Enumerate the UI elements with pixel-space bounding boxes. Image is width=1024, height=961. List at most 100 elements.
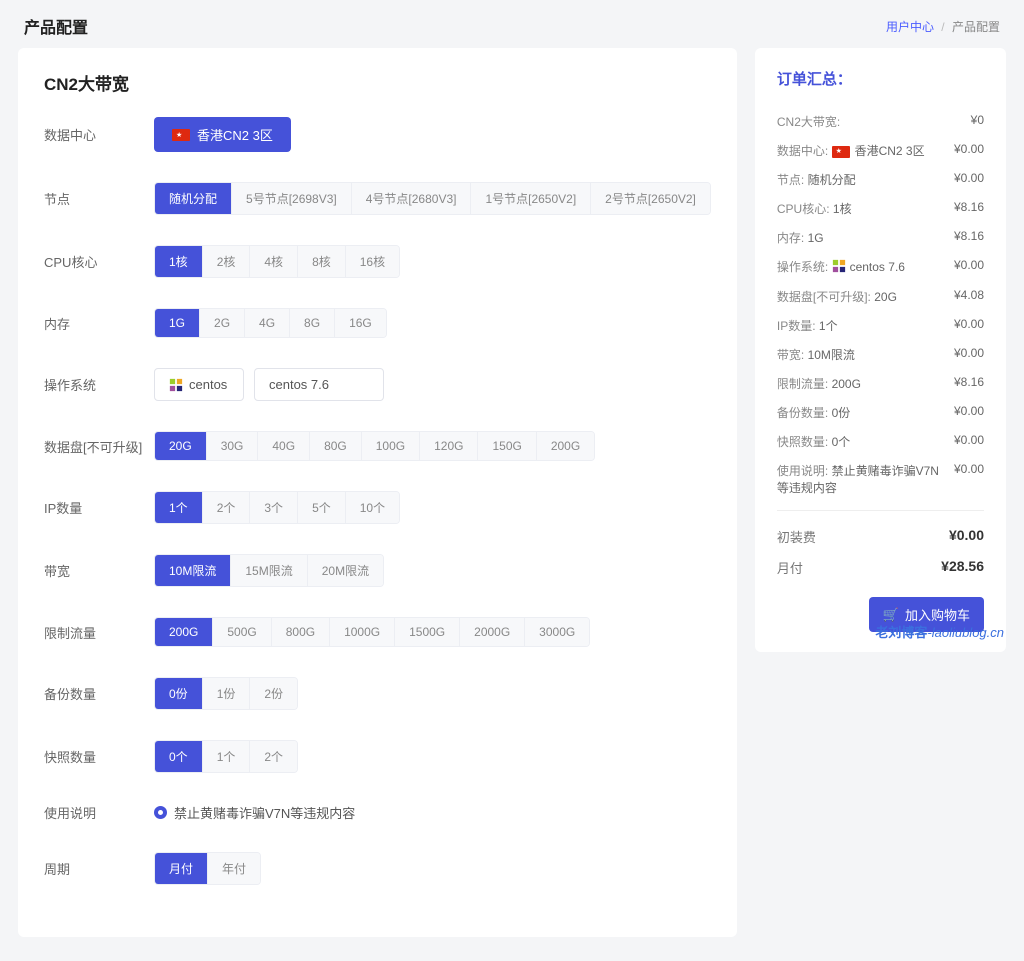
cpu-option[interactable]: 1核 [155, 246, 203, 277]
os-family-select[interactable]: centos [154, 368, 244, 401]
label-node: 节点 [44, 189, 154, 208]
usage-note-radio[interactable]: 禁止黄赌毒诈骗V7N等违规内容 [154, 803, 355, 822]
label-note: 使用说明 [44, 803, 154, 822]
summary-divider [777, 510, 984, 511]
summary-title: 订单汇总： [777, 68, 984, 89]
bw-option[interactable]: 15M限流 [231, 555, 307, 586]
hk-flag-icon: ★ [832, 146, 850, 158]
label-backup: 备份数量 [44, 684, 154, 703]
traffic-option[interactable]: 800G [272, 618, 330, 646]
label-disk: 数据盘[不可升级] [44, 437, 154, 456]
summary-row: CPU核心: 1核¥8.16 [777, 194, 984, 223]
summary-row: 使用说明: 禁止黄赌毒诈骗V7N等违规内容¥0.00 [777, 456, 984, 502]
datacenter-pill[interactable]: ★ 香港CN2 3区 [154, 117, 291, 152]
radio-dot-icon [154, 806, 167, 819]
mem-option[interactable]: 8G [290, 309, 335, 337]
cpu-option[interactable]: 16核 [346, 246, 399, 277]
disk-option[interactable]: 80G [310, 432, 362, 460]
bw-option[interactable]: 20M限流 [308, 555, 383, 586]
label-os: 操作系统 [44, 375, 154, 394]
mem-options: 1G2G4G8G16G [154, 308, 387, 338]
traffic-options: 200G500G800G1000G1500G2000G3000G [154, 617, 590, 647]
disk-option[interactable]: 150G [478, 432, 536, 460]
node-option[interactable]: 1号节点[2650V2] [471, 183, 591, 214]
backup-option[interactable]: 1份 [203, 678, 251, 709]
summary-row: 限制流量: 200G¥8.16 [777, 369, 984, 398]
snap-option[interactable]: 0个 [155, 741, 203, 772]
label-traffic: 限制流量 [44, 623, 154, 642]
label-mem: 内存 [44, 314, 154, 333]
breadcrumb-sep: / [941, 20, 944, 34]
ip-option[interactable]: 2个 [203, 492, 251, 523]
node-option[interactable]: 2号节点[2650V2] [591, 183, 710, 214]
bw-option[interactable]: 10M限流 [155, 555, 231, 586]
watermark: 老刘博客-laoliublog.cn [875, 622, 1004, 641]
period-options: 月付年付 [154, 852, 261, 885]
disk-option[interactable]: 20G [155, 432, 207, 460]
label-cpu: CPU核心 [44, 252, 154, 271]
cpu-options: 1核2核4核8核16核 [154, 245, 400, 278]
ip-option[interactable]: 10个 [346, 492, 399, 523]
breadcrumb: 用户中心 / 产品配置 [886, 18, 1000, 35]
disk-option[interactable]: 200G [537, 432, 594, 460]
summary-row: 节点: 随机分配¥0.00 [777, 165, 984, 194]
period-option[interactable]: 月付 [155, 853, 208, 884]
label-period: 周期 [44, 859, 154, 878]
period-option[interactable]: 年付 [208, 853, 260, 884]
ip-option[interactable]: 1个 [155, 492, 203, 523]
label-snap: 快照数量 [44, 747, 154, 766]
traffic-option[interactable]: 500G [213, 618, 271, 646]
page-title: 产品配置 [24, 14, 88, 38]
snap-option[interactable]: 2个 [250, 741, 297, 772]
label-bw: 带宽 [44, 561, 154, 580]
node-option[interactable]: 5号节点[2698V3] [232, 183, 352, 214]
hk-flag-icon: ★ [172, 129, 190, 141]
traffic-option[interactable]: 1000G [330, 618, 395, 646]
summary-row: 操作系统: centos 7.6¥0.00 [777, 252, 984, 282]
usage-note-text: 禁止黄赌毒诈骗V7N等违规内容 [174, 803, 355, 822]
backup-option[interactable]: 0份 [155, 678, 203, 709]
summary-row: 数据盘[不可升级]: 20G¥4.08 [777, 282, 984, 311]
summary-row: CN2大带宽: ¥0 [777, 107, 984, 136]
summary-total: 初装费¥0.00 [777, 521, 984, 552]
disk-option[interactable]: 100G [362, 432, 420, 460]
breadcrumb-current: 产品配置 [952, 20, 1000, 34]
disk-option[interactable]: 30G [207, 432, 259, 460]
cpu-option[interactable]: 8核 [298, 246, 346, 277]
os-version: centos 7.6 [269, 377, 329, 392]
snap-option[interactable]: 1个 [203, 741, 251, 772]
backup-options: 0份1份2份 [154, 677, 298, 710]
disk-option[interactable]: 120G [420, 432, 478, 460]
traffic-option[interactable]: 1500G [395, 618, 460, 646]
mem-option[interactable]: 1G [155, 309, 200, 337]
mem-option[interactable]: 2G [200, 309, 245, 337]
disk-option[interactable]: 40G [258, 432, 310, 460]
os-version-select[interactable]: centos 7.6 [254, 368, 384, 401]
traffic-option[interactable]: 2000G [460, 618, 525, 646]
ip-options: 1个2个3个5个10个 [154, 491, 400, 524]
cart-icon: 🛒 [883, 607, 899, 623]
centos-icon [169, 378, 183, 392]
summary-row: 内存: 1G¥8.16 [777, 223, 984, 252]
mem-option[interactable]: 4G [245, 309, 290, 337]
label-datacenter: 数据中心 [44, 125, 154, 144]
mem-option[interactable]: 16G [335, 309, 386, 337]
node-options: 随机分配5号节点[2698V3]4号节点[2680V3]1号节点[2650V2]… [154, 182, 711, 215]
os-family: centos [189, 377, 227, 392]
node-option[interactable]: 随机分配 [155, 183, 232, 214]
breadcrumb-link[interactable]: 用户中心 [886, 20, 934, 34]
traffic-option[interactable]: 3000G [525, 618, 589, 646]
traffic-option[interactable]: 200G [155, 618, 213, 646]
datacenter-value: 香港CN2 3区 [197, 125, 273, 144]
summary-panel: 订单汇总： CN2大带宽: ¥0数据中心: ★香港CN2 3区¥0.00节点: … [755, 48, 1006, 652]
ip-option[interactable]: 5个 [298, 492, 346, 523]
backup-option[interactable]: 2份 [250, 678, 297, 709]
cpu-option[interactable]: 4核 [250, 246, 298, 277]
disk-options: 20G30G40G80G100G120G150G200G [154, 431, 595, 461]
summary-list: CN2大带宽: ¥0数据中心: ★香港CN2 3区¥0.00节点: 随机分配¥0… [777, 107, 984, 502]
node-option[interactable]: 4号节点[2680V3] [352, 183, 472, 214]
summary-row: 快照数量: 0个¥0.00 [777, 427, 984, 456]
summary-total: 月付¥28.56 [777, 552, 984, 583]
cpu-option[interactable]: 2核 [203, 246, 251, 277]
ip-option[interactable]: 3个 [250, 492, 298, 523]
